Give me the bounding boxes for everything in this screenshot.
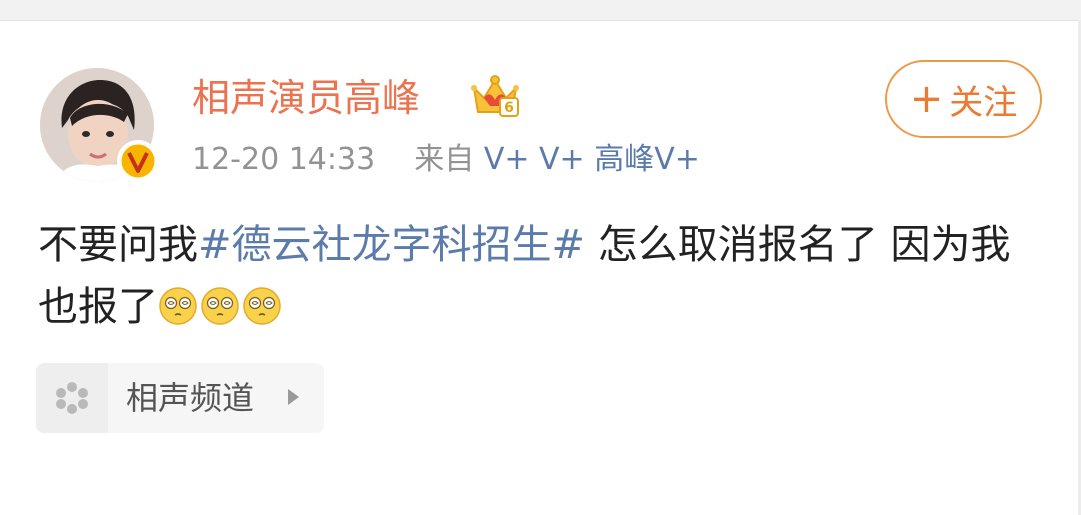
crown-vip-badge[interactable]: 6 [470, 72, 520, 120]
dizzy-face-emoji-icon [159, 287, 197, 325]
post-text-before: 不要问我 [38, 222, 198, 268]
follow-button[interactable]: + 关注 [885, 60, 1042, 138]
post-content: 不要问我#德云社龙字科招生# 怎么取消报名了 因为我也报了 [38, 214, 1048, 338]
dizzy-face-emoji-icon [243, 287, 281, 325]
channel-icon-box [36, 363, 108, 433]
verified-badge [117, 140, 159, 182]
follow-label: 关注 [949, 82, 1018, 123]
hashtag-link[interactable]: #德云社龙字科招生# [198, 222, 585, 268]
emoji-group [158, 284, 284, 330]
yellow-v-verified-icon [118, 141, 158, 181]
post-meta: 12-20 14:33 来自 V+ V+ 高峰V+ [192, 138, 700, 182]
crown-vip-level-6-icon: 6 [471, 75, 519, 117]
channel-label: 相声频道 [126, 379, 255, 417]
dots-channel-icon [56, 382, 88, 414]
plus-icon: + [909, 76, 944, 122]
top-strip [0, 0, 1081, 21]
channel-chip[interactable]: 相声频道 [36, 363, 324, 433]
dizzy-face-emoji-icon [201, 287, 239, 325]
triangle-right-icon [288, 389, 299, 405]
author-name[interactable]: 相声演员高峰 [192, 70, 420, 126]
post-timestamp: 12-20 14:33 [192, 142, 376, 177]
svg-text:6: 6 [504, 100, 514, 116]
source-prefix: 来自 [414, 142, 475, 177]
source-link[interactable]: V+ V+ 高峰V+ [484, 142, 700, 177]
